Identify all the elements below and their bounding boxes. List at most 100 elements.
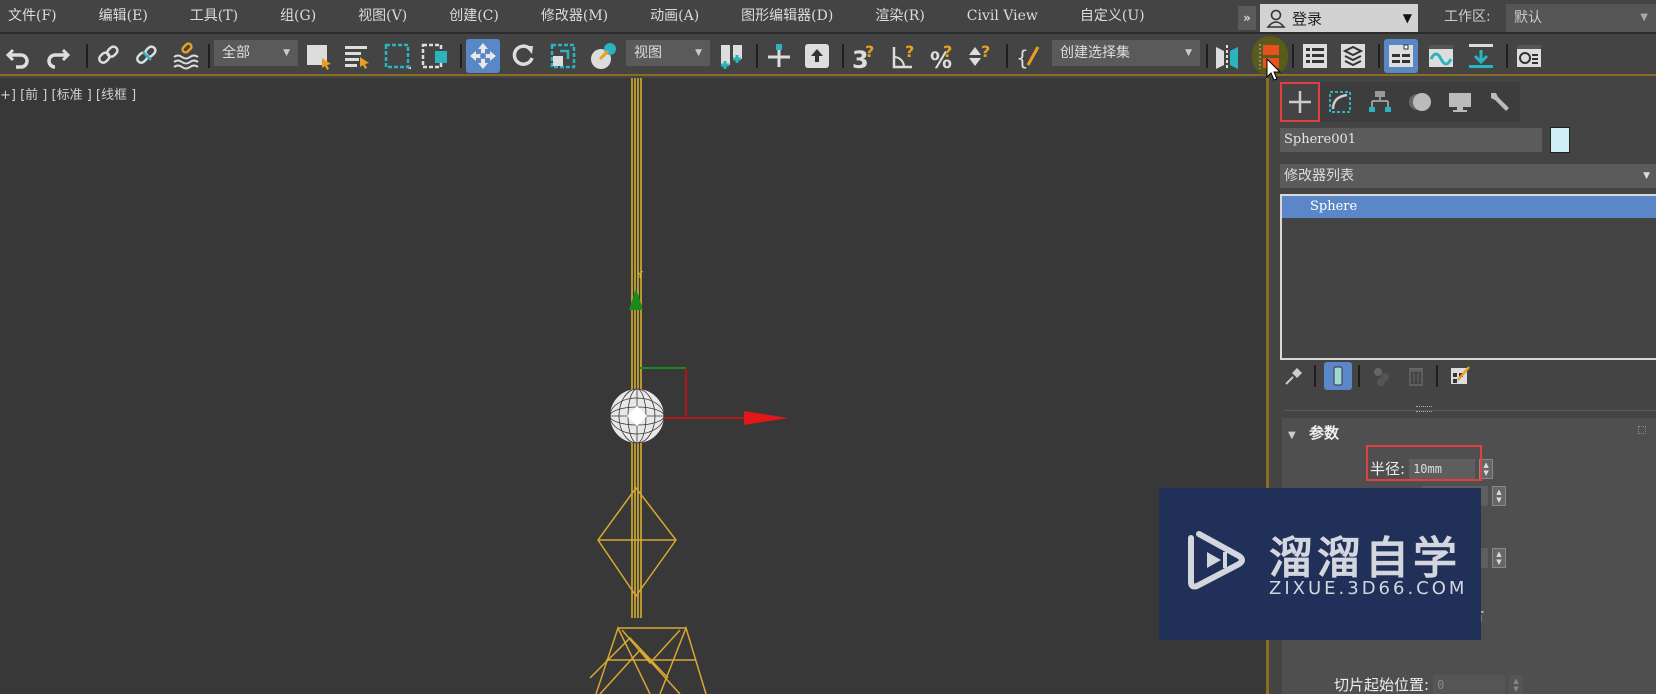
rollout-drag-handle[interactable] [1638,426,1646,434]
slice-from-spinner[interactable]: ▲ ▼ [1509,674,1524,694]
menu-civil-view[interactable]: Civil View [959,0,1046,33]
parameters-title: 参数 [1308,424,1339,442]
menu-group[interactable]: 组(G) [272,0,324,33]
x-axis-arrow[interactable] [744,411,788,425]
menu-tools[interactable]: 工具(T) [182,0,246,33]
select-and-scale-button[interactable] [546,39,580,73]
menu-overflow-button[interactable]: » [1238,6,1256,30]
select-and-place-button[interactable] [586,39,620,73]
menu-graph-editors[interactable]: 图形编辑器(D) [733,0,841,33]
window-crossing-button[interactable] [418,39,452,73]
rotate-icon [512,44,534,66]
pin-stack-button[interactable] [1280,362,1308,390]
rect-selection-icon [384,43,411,69]
reference-coordinate-dropdown[interactable]: 视图 ▼ [626,40,710,66]
make-unique-icon [1374,368,1389,386]
menu-create[interactable]: 创建(C) [441,0,507,33]
mirror-button[interactable] [1210,39,1244,73]
menu-animation[interactable]: 动画(A) [642,0,707,33]
selection-filter-dropdown[interactable]: 全部 ▼ [214,40,298,66]
motion-icon [1409,93,1431,111]
tab-hierarchy[interactable] [1360,82,1400,122]
unlink-icon [136,45,157,64]
configure-icon [1451,366,1470,384]
tab-motion[interactable] [1400,82,1440,122]
keyboard-shortcut-override-button[interactable] [800,39,834,73]
undo-icon [5,48,29,69]
undo-button[interactable] [2,39,36,73]
tab-modify[interactable] [1320,82,1360,122]
layer-explorer-button[interactable] [1336,39,1370,73]
select-manipulate-button[interactable] [762,39,796,73]
modifier-list-dropdown[interactable]: 修改器列表 ▼ [1280,164,1656,188]
svg-text:?: ? [981,42,990,61]
material-editor-button[interactable] [1512,39,1546,73]
curve-editor-icon [1429,45,1453,67]
pole-wireframe [631,78,642,618]
modifier-list-label: 修改器列表 [1284,168,1354,184]
select-by-name-button[interactable] [340,39,374,73]
login-dropdown[interactable]: 登录 ▼ [1260,4,1418,32]
link-icon [98,45,119,64]
mirror-icon [1216,45,1238,69]
make-unique-button[interactable] [1368,362,1396,390]
watermark-url: ZIXUE.3D66.COM [1269,578,1468,599]
bind-space-warp-button[interactable] [168,39,202,73]
workspace-select[interactable]: 默认 ▼ [1506,4,1656,32]
menu-file[interactable]: 文件(F) [0,0,65,33]
slice-from-input[interactable]: 0 [1433,674,1506,694]
schematic-view-button[interactable] [1464,39,1498,73]
rollout-resize-grip[interactable] [1416,406,1432,412]
tab-create[interactable] [1280,82,1320,122]
remove-modifier-button[interactable] [1402,362,1430,390]
svg-text:?: ? [943,42,952,61]
curve-editor-button[interactable] [1424,39,1458,73]
redo-button[interactable] [40,39,74,73]
pivot-icon [721,45,742,69]
spinner-snap-button[interactable]: ? [964,39,998,73]
chevron-down-icon: ▼ [283,48,290,58]
named-selection-set-dropdown[interactable]: 创建选择集 ▼ [1052,40,1200,66]
stack-item-sphere[interactable]: Sphere [1282,196,1656,218]
menu-edit[interactable]: 编辑(E) [91,0,156,33]
select-and-rotate-button[interactable] [506,39,540,73]
scene-explorer-button[interactable] [1298,39,1332,73]
edit-named-selection-button[interactable]: { [1012,39,1046,73]
front-viewport[interactable]: Y +] [前 ] [标准 ] [线框 ] [0,78,1268,694]
menu-views[interactable]: 视图(V) [350,0,415,33]
snaps-toggle-button[interactable]: 3? [848,39,882,73]
select-object-button[interactable] [302,39,336,73]
menu-customize[interactable]: 自定义(U) [1072,0,1153,33]
login-label: 登录 [1292,9,1323,28]
pivot-center-button[interactable] [714,39,748,73]
hemisphere-spinner[interactable]: ▲ ▼ [1492,548,1506,568]
toggle-ribbon-button[interactable] [1384,39,1418,73]
pin-icon [1285,368,1302,385]
segments-spinner[interactable]: ▲ ▼ [1492,486,1506,506]
angle-snap-button[interactable]: ? [888,39,922,73]
unlink-button[interactable] [130,39,164,73]
rectangular-selection-button[interactable] [380,39,414,73]
main-toolbar: 全部 ▼ 视图 ▼ 3 ? ? % ? ? {创建选择集 ▼ [0,36,1656,76]
sphere-wireframe [609,388,665,444]
object-color-swatch[interactable] [1550,127,1570,153]
select-by-name-icon [345,46,369,69]
scale-icon [550,43,576,69]
menu-modifiers[interactable]: 修改器(M) [533,0,616,33]
tab-utilities[interactable] [1480,82,1520,122]
percent-snap-button[interactable]: %? [926,39,960,73]
scene-canvas[interactable]: Y [0,78,1268,694]
viewport-label[interactable]: +] [前 ] [标准 ] [线框 ] [0,84,136,103]
object-name-field[interactable]: Sphere001 [1280,128,1542,152]
link-button[interactable] [92,39,126,73]
schematic-icon [1469,44,1493,68]
tab-display[interactable] [1440,82,1480,122]
menu-rendering[interactable]: 渲染(R) [867,0,932,33]
select-and-move-button[interactable] [466,39,500,73]
configure-modifier-sets-button[interactable] [1446,362,1474,390]
show-end-result-button[interactable] [1324,362,1352,390]
material-editor-icon [1517,45,1541,67]
parameters-rollout-header[interactable]: ▼ 参数 [1288,422,1339,443]
modifier-stack[interactable]: Sphere [1280,194,1656,360]
named-selection-icon: { [1016,46,1040,70]
